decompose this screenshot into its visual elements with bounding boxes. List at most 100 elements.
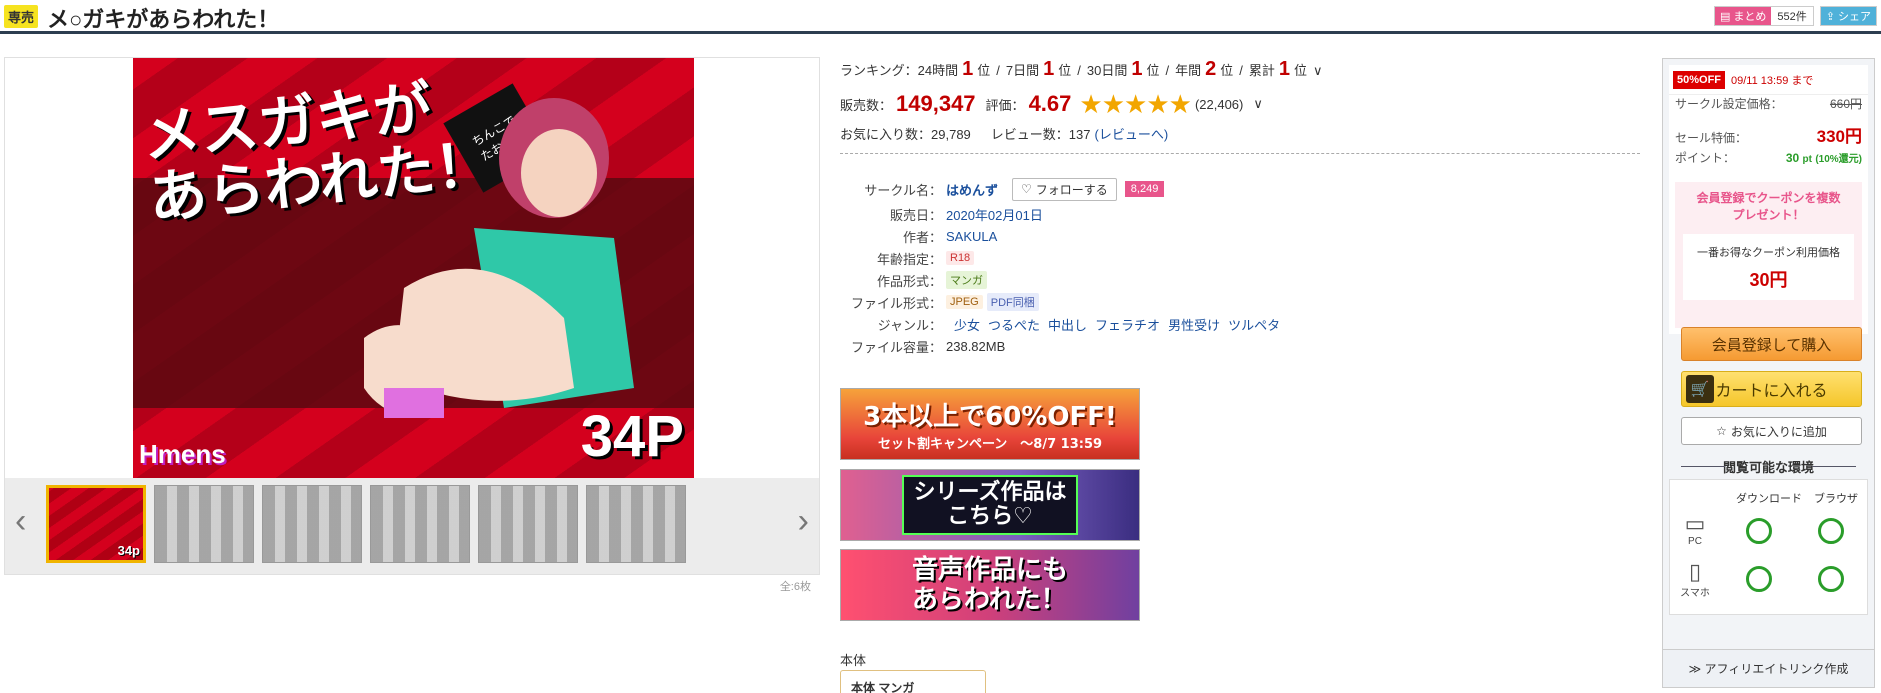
rating-stars-icon: ★★★★★ xyxy=(1079,88,1192,119)
review-count: 137 xyxy=(1068,127,1091,142)
voice-works-banner[interactable]: 音声作品にも あらわれた！ xyxy=(840,549,1140,621)
rank-separator: / xyxy=(1239,63,1243,78)
share-label: シェア xyxy=(1838,11,1871,23)
set-sale-banner[interactable]: 3本以上で60%OFF! セット割キャンペーン 〜8/7 13:59 xyxy=(840,388,1140,460)
thumbnail-strip: ‹ 34p › xyxy=(5,478,819,574)
pc-download-ok-icon xyxy=(1746,518,1772,544)
genre-link[interactable]: つるぺた xyxy=(988,315,1040,334)
circle-label: サークル名： xyxy=(864,182,942,198)
rank-24h: 24時間 1 位 xyxy=(917,58,991,80)
thumbnail-4[interactable] xyxy=(370,485,470,563)
list-price: 660円 xyxy=(1829,97,1862,111)
add-favorite-button[interactable]: ☆ お気に入りに追加 xyxy=(1681,417,1862,445)
cart-icon: 🛒 xyxy=(1686,375,1714,403)
rank-separator: / xyxy=(1165,63,1170,78)
env-browser-header: ブラウザ xyxy=(1814,493,1858,505)
affiliate-link-button[interactable]: ≫ アフィリエイトリンク作成 xyxy=(1663,649,1874,687)
stats-row: お気に入り数： 29,789 レビュー数： 137 (レビューへ) xyxy=(840,124,1640,143)
thumbnail-6[interactable] xyxy=(586,485,686,563)
sales-label: 販売数： xyxy=(840,97,893,113)
page-header: 専売 メ○ガキがあらわれた！ ▤ まとめ 552件 ⇪ シェア xyxy=(0,0,1881,34)
thumbnail-1[interactable]: 34p xyxy=(46,485,146,563)
review-link[interactable]: (レビューへ) xyxy=(1095,124,1169,143)
genre-label: ジャンル： xyxy=(877,317,942,333)
fav-count-label: お気に入り数： xyxy=(840,127,932,142)
share-button[interactable]: ⇪ シェア xyxy=(1819,6,1877,26)
list-price-label: サークル設定価格： xyxy=(1675,97,1783,111)
ranking-row: ランキング： 24時間 1 位 / 7日間 1 位 / 30日間 1 位 / 年間 2 位 / … xyxy=(840,58,1640,82)
cover-pages-art: 34P xyxy=(580,404,684,469)
circle-name-link[interactable]: はめんず xyxy=(946,180,998,199)
env-smartphone: ▯ スマホ xyxy=(1680,559,1710,600)
main-cover-image[interactable]: メスガキが あらわれた！ ちんこで たおせ！ Hmens 34P xyxy=(133,58,694,478)
matome-label: まとめ xyxy=(1733,11,1767,23)
genre-link[interactable]: ツルペタ xyxy=(1228,315,1280,334)
rank-separator: / xyxy=(996,63,1000,78)
edition-tab[interactable]: 本体 マンガ xyxy=(840,670,986,693)
genre-link[interactable]: フェラチオ xyxy=(1095,315,1160,334)
form-label: 作品形式： xyxy=(876,273,942,289)
prev-arrow-icon[interactable]: ‹ xyxy=(15,502,26,541)
genre-link[interactable]: 男性受け xyxy=(1168,315,1220,334)
circle-logo-art: Hmens xyxy=(139,439,226,469)
page-title: メ○ガキがあらわれた！ xyxy=(47,7,280,32)
register-and-buy-button[interactable]: 会員登録して購入 xyxy=(1681,327,1862,361)
genre-link[interactable]: 中出し xyxy=(1048,315,1087,334)
rank-30d: 30日間 1 位 xyxy=(1086,58,1160,80)
sp-download-ok-icon xyxy=(1746,566,1772,592)
rating-chevron-icon[interactable]: ∨ xyxy=(1253,96,1263,112)
follow-button[interactable]: ♡ フォローする xyxy=(1012,177,1117,201)
ranking-label: ランキング： xyxy=(840,63,918,78)
matome-count: 552件 xyxy=(1771,8,1813,24)
coupon-box[interactable]: 会員登録でクーポンを複数 プレゼント！ 一番お得なクーポン利用価格 30円 xyxy=(1675,182,1862,328)
date-label: 販売日： xyxy=(889,207,942,223)
follow-count: 8,249 xyxy=(1124,181,1165,197)
rank-separator: / xyxy=(1077,63,1081,78)
environment-table: ダウンロード ブラウザ ▭ PC ▯ スマホ xyxy=(1669,479,1868,615)
coupon-title: 会員登録でクーポンを複数 プレゼント！ xyxy=(1696,191,1841,222)
total-images-label: 全:6枚 xyxy=(779,581,811,593)
image-gallery: メスガキが あらわれた！ ちんこで たおせ！ Hmens 34P ‹ 34p ›… xyxy=(4,57,820,593)
coupon-subtitle: 一番お得なクーポン利用価格 xyxy=(1697,247,1840,259)
series-banner[interactable]: シリーズ作品は こちら♡ xyxy=(840,469,1140,541)
divider xyxy=(840,153,1640,154)
price-box: 50%OFF 09/11 13:59 まで サークル設定価格： 660円 セール特… xyxy=(1669,65,1868,334)
ranking-chevron-icon[interactable]: ∨ xyxy=(1313,63,1323,79)
spec-table: サークル名： はめんず ♡ フォローする 8,249 販売日： 2020年02月01… xyxy=(840,175,1440,357)
points-value: 30 pt (10%還元) xyxy=(1785,151,1862,165)
pdf-tag[interactable]: PDF同梱 xyxy=(986,293,1039,311)
sale-deadline: 09/11 13:59 まで xyxy=(1731,74,1814,87)
purchase-panel: 50%OFF 09/11 13:59 まで サークル設定価格： 660円 セール特… xyxy=(1662,58,1875,688)
genre-link[interactable]: 少女 xyxy=(954,315,980,334)
age-tag: R18 xyxy=(946,251,975,265)
rating-count: (22,406) xyxy=(1194,96,1244,112)
thumbnail-2[interactable] xyxy=(154,485,254,563)
sale-price: 330円 xyxy=(1816,127,1862,146)
author-link[interactable]: SAKULA xyxy=(946,229,997,244)
laptop-icon: ▭ xyxy=(1684,511,1706,536)
fav-count: 29,789 xyxy=(931,127,971,142)
matome-button[interactable]: ▤ まとめ 552件 xyxy=(1714,6,1814,26)
cover-character-illustration xyxy=(364,98,634,418)
env-pc: ▭ PC xyxy=(1680,511,1710,548)
rating-value: 4.67 xyxy=(1028,91,1072,116)
release-date-link[interactable]: 2020年02月01日 xyxy=(946,205,1043,224)
rank-year: 年間 2 位 xyxy=(1175,58,1234,80)
rank-7d: 7日間 1 位 xyxy=(1005,58,1072,80)
rating-label: 評価： xyxy=(985,97,1025,113)
edition-label: 本体 xyxy=(840,653,867,668)
env-download-header: ダウンロード xyxy=(1736,493,1802,505)
sales-row: 販売数： 149,347 評価： 4.67 ★★★★★ (22,406) ∨ xyxy=(840,88,1640,119)
exclusive-badge: 専売 xyxy=(4,5,39,28)
work-info: ランキング： 24時間 1 位 / 7日間 1 位 / 30日間 1 位 / 年間 2 位 / … xyxy=(840,58,1640,693)
jpeg-tag[interactable]: JPEG xyxy=(946,295,983,309)
thumbnail-5[interactable] xyxy=(478,485,578,563)
form-tag[interactable]: マンガ xyxy=(946,271,987,289)
review-count-label: レビュー数： xyxy=(990,127,1069,142)
star-icon: ☆ xyxy=(1716,424,1727,438)
thumbnail-3[interactable] xyxy=(262,485,362,563)
add-to-cart-button[interactable]: 🛒 カートに入れる xyxy=(1681,371,1862,407)
heart-icon: ♡ xyxy=(1021,182,1032,196)
coupon-price: 30円 xyxy=(1749,270,1788,290)
next-arrow-icon[interactable]: › xyxy=(798,502,809,541)
